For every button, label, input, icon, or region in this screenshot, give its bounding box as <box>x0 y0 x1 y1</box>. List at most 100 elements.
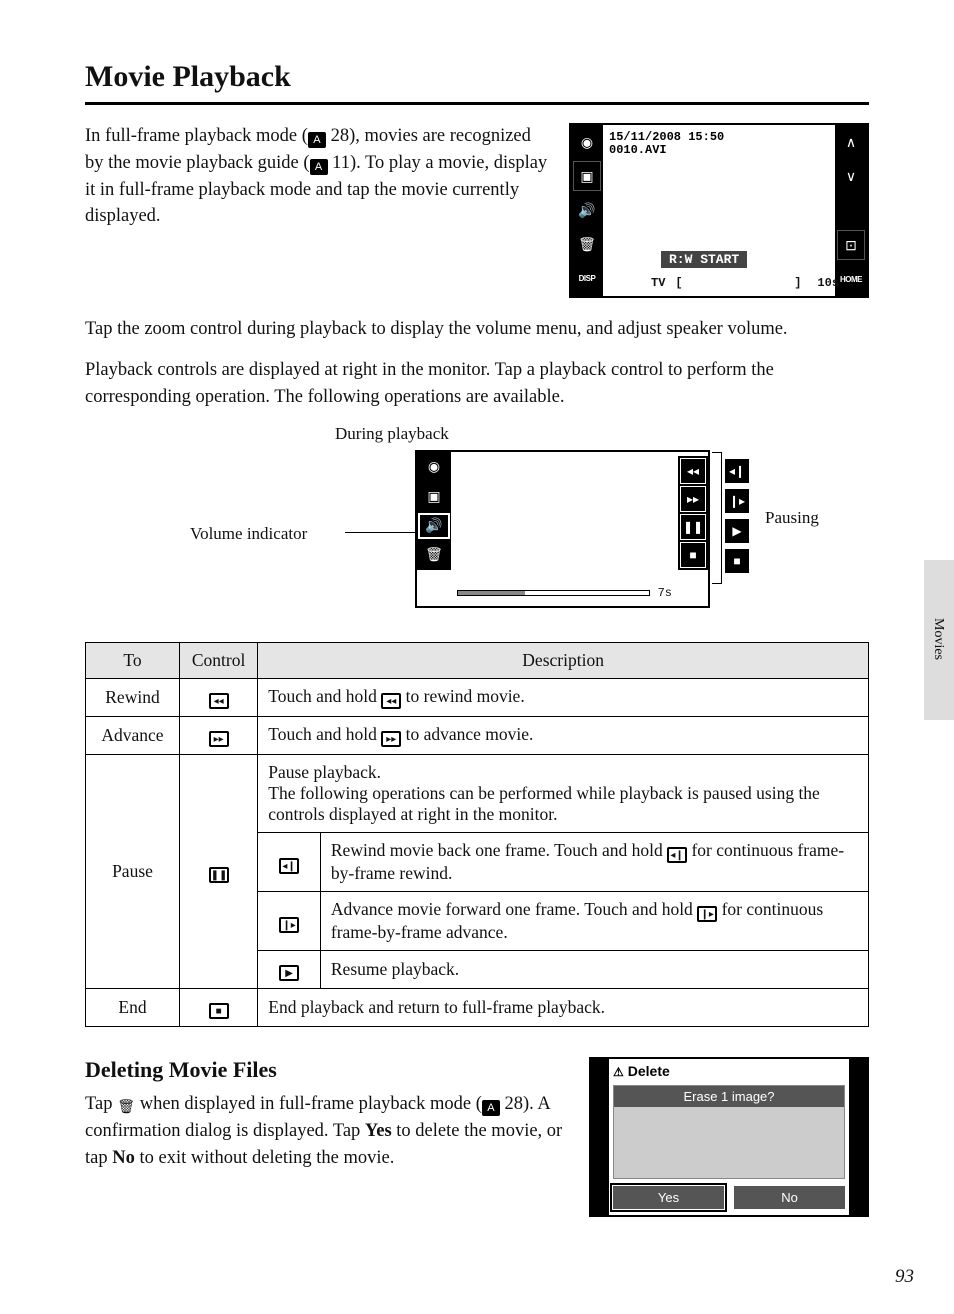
start-label: R:W START <box>661 251 747 268</box>
up-arrow-icon: ∧ <box>835 125 867 159</box>
pause-icon: ❚❚ <box>209 867 229 883</box>
sub-control-cell: ◂❙ <box>258 833 321 892</box>
controls-paragraph: Playback controls are displayed at right… <box>85 357 869 411</box>
frame-rewind-icon: ◂❙ <box>667 847 687 863</box>
section-tab-label: Movies <box>930 618 946 660</box>
home-icon: HOME <box>835 262 867 296</box>
col-to: To <box>86 643 180 679</box>
progress-bar: 7s <box>457 586 672 600</box>
down-arrow-icon: ∨ <box>835 159 867 193</box>
left-toolbar: ◉ ▣ 🔊 🗑 <box>417 452 451 570</box>
rewind-icon: ◂◂ <box>209 693 229 709</box>
frame-rewind-icon: ◂❙ <box>279 858 299 874</box>
text: Touch and hold <box>268 686 381 706</box>
text: Advance movie forward one frame. Touch a… <box>331 899 697 919</box>
frame-advance-button: ❙▸ <box>724 488 750 514</box>
dialog-buttons: Yes No <box>613 1186 845 1209</box>
table-row-pause-intro: Pause ❚❚ Pause playback. The following o… <box>86 755 869 833</box>
text: In full-frame playback mode ( <box>85 126 308 146</box>
control-cell: ■ <box>179 989 257 1027</box>
col-description: Description <box>258 643 869 679</box>
filename: 0010.AVI <box>609 144 724 157</box>
duration: 10s <box>817 276 839 290</box>
intro-text: In full-frame playback mode (A 28), movi… <box>85 123 549 298</box>
pausing-label: Pausing <box>765 508 819 528</box>
dialog-right-bar <box>849 1059 867 1215</box>
ref-num: 11 <box>332 153 350 173</box>
progress-track <box>457 590 650 596</box>
advance-icon: ▸▸ <box>209 731 229 747</box>
intro-paragraph: In full-frame playback mode (A 28), movi… <box>85 123 549 230</box>
label-line <box>345 532 419 533</box>
desc-cell: Resume playback. <box>320 951 868 989</box>
reference-icon: A <box>308 132 326 148</box>
playback-controls-column: ◂◂ ▸▸ ❚❚ ■ <box>678 456 708 570</box>
trash-icon: 🗑 <box>417 540 451 570</box>
desc-cell: Pause playback. The following operations… <box>258 755 869 833</box>
right-toolbar: ∧ ∨ ⊡ HOME <box>835 125 867 296</box>
stop-button: ■ <box>680 542 706 568</box>
text: when displayed in full-frame playback mo… <box>135 1094 482 1114</box>
text: to rewind movie. <box>401 686 524 706</box>
crop-icon: ⊡ <box>837 230 865 260</box>
page-number: 93 <box>895 1266 914 1288</box>
advance-icon: ▸▸ <box>381 731 401 747</box>
stop-icon: ■ <box>209 1003 229 1019</box>
reference-icon: A <box>482 1100 500 1116</box>
play-icon: ▶ <box>279 965 299 981</box>
stop-button: ■ <box>724 548 750 574</box>
to-cell: End <box>86 989 180 1027</box>
rewind-button: ◂◂ <box>680 458 706 484</box>
control-cell: ▸▸ <box>179 717 257 755</box>
table-row-rewind: Rewind ◂◂ Touch and hold ◂◂ to rewind mo… <box>86 679 869 717</box>
trash-icon: 🗑 <box>571 227 603 261</box>
progress-bracket: [ ] <box>675 276 807 290</box>
text: Touch and hold <box>268 724 381 744</box>
table-row-advance: Advance ▸▸ Touch and hold ▸▸ to advance … <box>86 717 869 755</box>
rewind-icon: ◂◂ <box>381 693 401 709</box>
frame-advance-icon: ❙▸ <box>697 906 717 922</box>
diagram-title: During playback <box>335 424 449 444</box>
playback-mode-icon: ▣ <box>573 161 601 191</box>
frame-advance-icon: ❙▸ <box>279 917 299 933</box>
no-button: No <box>734 1186 845 1209</box>
controls-table: To Control Description Rewind ◂◂ Touch a… <box>85 642 869 1027</box>
deleting-heading: Deleting Movie Files <box>85 1057 565 1083</box>
dialog-body: Erase 1 image? <box>613 1085 845 1179</box>
desc-cell: Touch and hold ▸▸ to advance movie. <box>258 717 869 755</box>
playback-active-screen: ◉ ▣ 🔊 🗑 ◂◂ ▸▸ ❚❚ ■ ◂❙ ❙▸ ▶ ■ 7s <box>415 450 710 608</box>
manual-page: Movie Playback In full-frame playback mo… <box>0 0 954 1314</box>
left-toolbar: ◉ ▣ 🔊 🗑 DISP <box>571 125 603 296</box>
desc-cell: End playback and return to full-frame pl… <box>258 989 869 1027</box>
control-cell: ◂◂ <box>179 679 257 717</box>
reference-icon: A <box>310 159 328 175</box>
ref-num: 28 <box>331 126 350 146</box>
yes-button: Yes <box>613 1186 724 1209</box>
to-cell: Rewind <box>86 679 180 717</box>
disp-button: DISP <box>571 261 603 295</box>
yes-bold: Yes <box>365 1121 392 1141</box>
col-control: Control <box>179 643 257 679</box>
camera-icon: ◉ <box>417 452 451 482</box>
bottom-bar: TV [ ] 10s <box>651 276 831 290</box>
volume-icon: 🔊 <box>571 193 603 227</box>
text: Tap <box>85 1094 117 1114</box>
playback-screen-illustration: ◉ ▣ 🔊 🗑 DISP ∧ ∨ ⊡ HOME 15/11/2008 15:50… <box>569 123 869 298</box>
paused-controls-column: ◂❙ ❙▸ ▶ ■ <box>722 456 752 576</box>
trash-icon: 🗑 <box>117 1100 135 1116</box>
deleting-paragraph: Tap 🗑 when displayed in full-frame playb… <box>85 1091 565 1171</box>
deleting-text: Deleting Movie Files Tap 🗑 when displaye… <box>85 1057 565 1217</box>
page-title: Movie Playback <box>85 60 869 105</box>
resume-button: ▶ <box>724 518 750 544</box>
dialog-question: Erase 1 image? <box>614 1086 844 1107</box>
advance-button: ▸▸ <box>680 486 706 512</box>
delete-dialog-illustration: Delete Erase 1 image? Yes No <box>589 1057 869 1217</box>
control-cell: ❚❚ <box>179 755 257 989</box>
frame-rewind-button: ◂❙ <box>724 458 750 484</box>
desc-cell: Rewind movie back one frame. Touch and h… <box>320 833 868 892</box>
intro-row: In full-frame playback mode (A 28), movi… <box>85 123 869 298</box>
elapsed-time: 7s <box>658 586 672 600</box>
volume-paragraph: Tap the zoom control during playback to … <box>85 316 869 343</box>
text: Rewind movie back one frame. Touch and h… <box>331 840 667 860</box>
volume-icon-highlighted: 🔊 <box>418 513 450 539</box>
